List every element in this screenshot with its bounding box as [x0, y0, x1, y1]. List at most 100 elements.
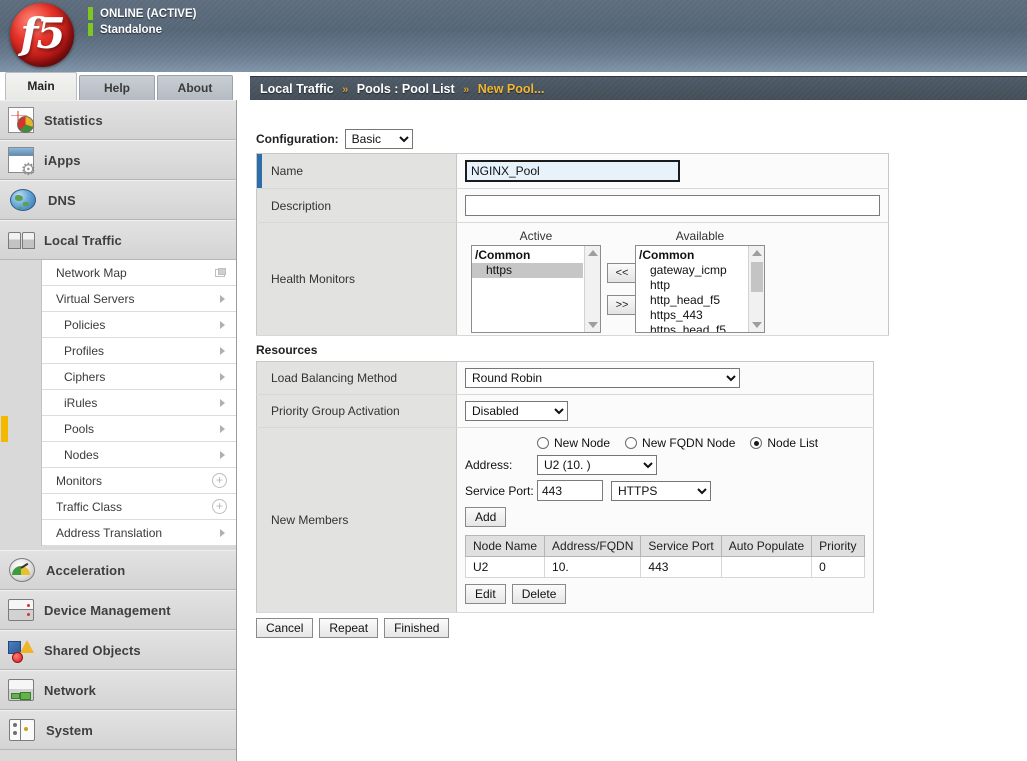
status-indicator-icon: [88, 7, 93, 20]
member-actions-row: Edit Delete: [465, 584, 865, 604]
sidebar-item-monitors[interactable]: Monitors +: [42, 468, 237, 494]
sidebar-item-address-translation[interactable]: Address Translation: [42, 520, 237, 546]
sidebar-item-nodes[interactable]: Nodes: [42, 442, 237, 468]
main-navigation-sidebar: Statistics iApps DNS Local Traffic Netwo…: [0, 100, 237, 761]
sidebar-label-traffic-class: Traffic Class: [56, 494, 122, 520]
chevron-right-icon: [220, 295, 225, 303]
scroll-down-icon[interactable]: [588, 322, 598, 328]
radio-new-fqdn-node[interactable]: [625, 437, 637, 449]
configuration-select[interactable]: Basic: [345, 129, 413, 149]
sidebar-item-irules[interactable]: iRules: [42, 390, 237, 416]
pool-description-input[interactable]: [465, 195, 880, 216]
sidebar-item-device-management[interactable]: Device Management: [0, 590, 236, 630]
available-monitors-listbox[interactable]: /Common gateway_icmp http http_head_f5 h…: [635, 245, 765, 333]
popout-icon[interactable]: [215, 268, 226, 277]
delete-button[interactable]: Delete: [512, 584, 567, 604]
value-new-members: New Node New FQDN Node Node List Address…: [457, 428, 874, 613]
sidebar-item-system[interactable]: System: [0, 710, 236, 750]
list-item[interactable]: https_443: [636, 308, 747, 323]
scroll-up-icon[interactable]: [588, 250, 598, 256]
table-row-health-monitors: Health Monitors Active /Common https: [257, 223, 889, 336]
list-item[interactable]: http_head_f5: [636, 293, 747, 308]
scroll-down-icon[interactable]: [752, 322, 762, 328]
sidebar-label-irules: iRules: [64, 390, 97, 416]
move-right-button[interactable]: >>: [607, 295, 637, 315]
priority-group-activation-select[interactable]: Disabled: [465, 401, 568, 421]
resources-section-title: Resources: [256, 343, 317, 357]
move-left-button[interactable]: <<: [607, 263, 637, 283]
sidebar-item-iapps[interactable]: iApps: [0, 140, 236, 180]
address-select[interactable]: U2 (10. ): [537, 455, 657, 475]
plus-circle-icon[interactable]: +: [212, 473, 227, 488]
load-balancing-method-select[interactable]: Round Robin: [465, 368, 740, 388]
list-item[interactable]: https: [472, 263, 583, 278]
sidebar-label-nodes: Nodes: [64, 442, 99, 468]
breadcrumb-local-traffic[interactable]: Local Traffic: [260, 82, 334, 96]
sidebar-label-profiles: Profiles: [64, 338, 104, 364]
scrollbar-thumb[interactable]: [751, 262, 763, 292]
repeat-button[interactable]: Repeat: [319, 618, 378, 638]
sidebar-item-local-traffic[interactable]: Local Traffic: [0, 220, 236, 260]
active-list-scrollbar[interactable]: [584, 246, 600, 332]
sidebar-item-shared-objects[interactable]: Shared Objects: [0, 630, 236, 670]
label-description: Description: [257, 189, 457, 223]
sidebar-item-traffic-class[interactable]: Traffic Class +: [42, 494, 237, 520]
sidebar-item-ciphers[interactable]: Ciphers: [42, 364, 237, 390]
pool-name-input[interactable]: [465, 160, 680, 182]
sidebar-label-shared-objects: Shared Objects: [44, 643, 141, 658]
available-list-items: /Common gateway_icmp http http_head_f5 h…: [636, 246, 747, 332]
main-content-area: Local Traffic » Pools : Pool List » New …: [238, 100, 1027, 761]
sidebar-item-network[interactable]: Network: [0, 670, 236, 710]
tab-help[interactable]: Help: [79, 75, 155, 100]
service-port-protocol-select[interactable]: HTTPS: [611, 481, 711, 501]
chevron-right-icon: [220, 451, 225, 459]
general-properties-table: Name Description Health Monitors Active: [256, 153, 889, 336]
table-header-row: Node Name Address/FQDN Service Port Auto…: [466, 536, 865, 557]
status-line-standalone: Standalone: [88, 23, 196, 36]
radio-new-node[interactable]: [537, 437, 549, 449]
dns-globe-icon: [10, 189, 36, 211]
sidebar-item-dns[interactable]: DNS: [0, 180, 236, 220]
scroll-up-icon[interactable]: [752, 250, 762, 256]
f5-logo[interactable]: f5: [10, 3, 74, 67]
breadcrumb-pool-list[interactable]: Pools : Pool List: [357, 82, 455, 96]
service-port-row: Service Port: HTTPS: [465, 480, 865, 501]
tab-about[interactable]: About: [157, 75, 233, 100]
list-item[interactable]: /Common: [472, 248, 583, 263]
status-online-label: ONLINE (ACTIVE): [100, 8, 196, 20]
service-port-input[interactable]: [537, 480, 603, 501]
label-service-port: Service Port:: [465, 484, 537, 498]
sidebar-label-local-traffic: Local Traffic: [44, 233, 122, 248]
chevron-right-icon: [220, 529, 225, 537]
available-list-scrollbar[interactable]: [748, 246, 764, 332]
f5-logo-text: f5: [10, 3, 74, 67]
sidebar-label-network-map: Network Map: [56, 260, 127, 286]
list-item[interactable]: http: [636, 278, 747, 293]
sidebar-item-virtual-servers[interactable]: Virtual Servers: [42, 286, 237, 312]
tab-main[interactable]: Main: [5, 72, 77, 100]
sidebar-item-policies[interactable]: Policies: [42, 312, 237, 338]
plus-circle-icon-2[interactable]: +: [212, 499, 227, 514]
sidebar-item-network-map[interactable]: Network Map: [42, 260, 237, 286]
list-item[interactable]: gateway_icmp: [636, 263, 747, 278]
shared-objects-icon: [8, 637, 34, 663]
finished-button[interactable]: Finished: [384, 618, 449, 638]
breadcrumb-separator-2: »: [463, 84, 469, 96]
value-health-monitors: Active /Common https <<: [457, 223, 889, 336]
add-button[interactable]: Add: [465, 507, 506, 527]
sidebar-label-device-management: Device Management: [44, 603, 171, 618]
edit-button[interactable]: Edit: [465, 584, 506, 604]
label-priority-group-activation: Priority Group Activation: [257, 395, 457, 428]
sidebar-item-acceleration[interactable]: Acceleration: [0, 550, 236, 590]
active-monitors-listbox[interactable]: /Common https: [471, 245, 601, 333]
list-item[interactable]: https_head_f5: [636, 323, 747, 333]
sidebar-item-pools[interactable]: Pools: [42, 416, 237, 442]
cell-auto-populate: [721, 557, 811, 578]
form-action-bar: Cancel Repeat Finished: [256, 618, 449, 638]
table-row[interactable]: U2 10. 443 0: [466, 557, 865, 578]
sidebar-item-statistics[interactable]: Statistics: [0, 100, 236, 140]
sidebar-item-profiles[interactable]: Profiles: [42, 338, 237, 364]
cancel-button[interactable]: Cancel: [256, 618, 313, 638]
list-item[interactable]: /Common: [636, 248, 747, 263]
radio-node-list[interactable]: [750, 437, 762, 449]
